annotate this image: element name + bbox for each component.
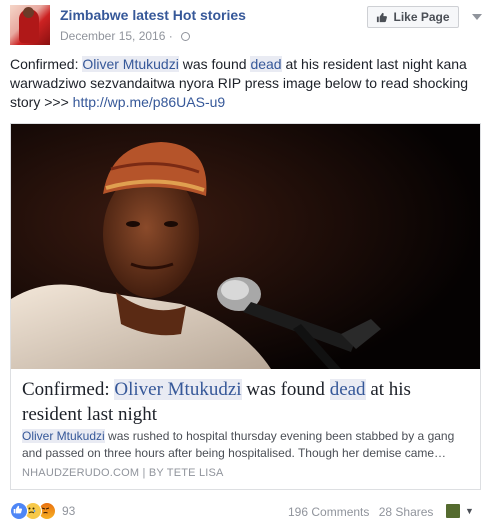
engagement-counts: 196 Comments 28 Shares <box>288 505 439 519</box>
reaction-count: 93 <box>62 504 76 518</box>
card-tag-oliver-mtukudzi[interactable]: Oliver Mtukudzi <box>114 379 242 400</box>
caret-down-icon: ▼ <box>465 506 474 516</box>
card-source: NHAUDZERUDO.COM | BY TETE LISA <box>22 467 224 479</box>
desc-tag-oliver-mtukudzi[interactable]: Oliver Mtukudzi <box>22 429 105 443</box>
card-title-segment: was found <box>241 379 330 400</box>
globe-icon[interactable] <box>181 32 191 41</box>
card-title-segment: Confirmed: <box>22 379 115 400</box>
thumbs-up-icon <box>377 12 388 22</box>
like-reaction-icon <box>10 502 28 520</box>
post-text-segment: Confirmed: <box>10 56 83 72</box>
page-name-link[interactable]: Zimbabwe latest Hot stories <box>60 7 246 23</box>
post-text-segment: was found <box>178 56 251 72</box>
singer-photo <box>11 124 480 369</box>
post-meta: December 15, 2016 · <box>60 29 191 43</box>
profile-avatar-icon <box>446 504 460 518</box>
card-description: Oliver Mtukudzi was rushed to hospital t… <box>22 428 472 462</box>
like-page-label: Like Page <box>393 10 450 24</box>
tag-oliver-mtukudzi[interactable]: Oliver Mtukudzi <box>82 56 179 72</box>
shares-count-link[interactable]: 28 Shares <box>379 505 434 519</box>
like-page-button[interactable]: Like Page <box>367 6 459 28</box>
post-text: Confirmed: Oliver Mtukudzi was found dea… <box>10 55 485 112</box>
card-title[interactable]: Confirmed: Oliver Mtukudzi was found dea… <box>22 377 472 427</box>
post-as-selector[interactable]: ▼ <box>446 504 474 518</box>
article-photo[interactable] <box>11 124 480 369</box>
link-preview-card[interactable]: Confirmed: Oliver Mtukudzi was found dea… <box>10 123 481 490</box>
page-avatar[interactable] <box>10 5 50 45</box>
post-link[interactable]: http://wp.me/p86UAS-u9 <box>73 94 226 110</box>
chevron-down-icon[interactable] <box>470 10 484 24</box>
post-date[interactable]: December 15, 2016 <box>60 29 165 43</box>
card-tag-dead[interactable]: dead <box>329 379 366 400</box>
post-header: Zimbabwe latest Hot stories December 15,… <box>0 0 495 50</box>
reactions-summary[interactable]: 93 <box>10 502 75 520</box>
post-footer: 93 196 Comments 28 Shares ▼ <box>0 494 495 526</box>
tag-dead[interactable]: dead <box>250 56 282 72</box>
comments-count-link[interactable]: 196 Comments <box>288 505 369 519</box>
